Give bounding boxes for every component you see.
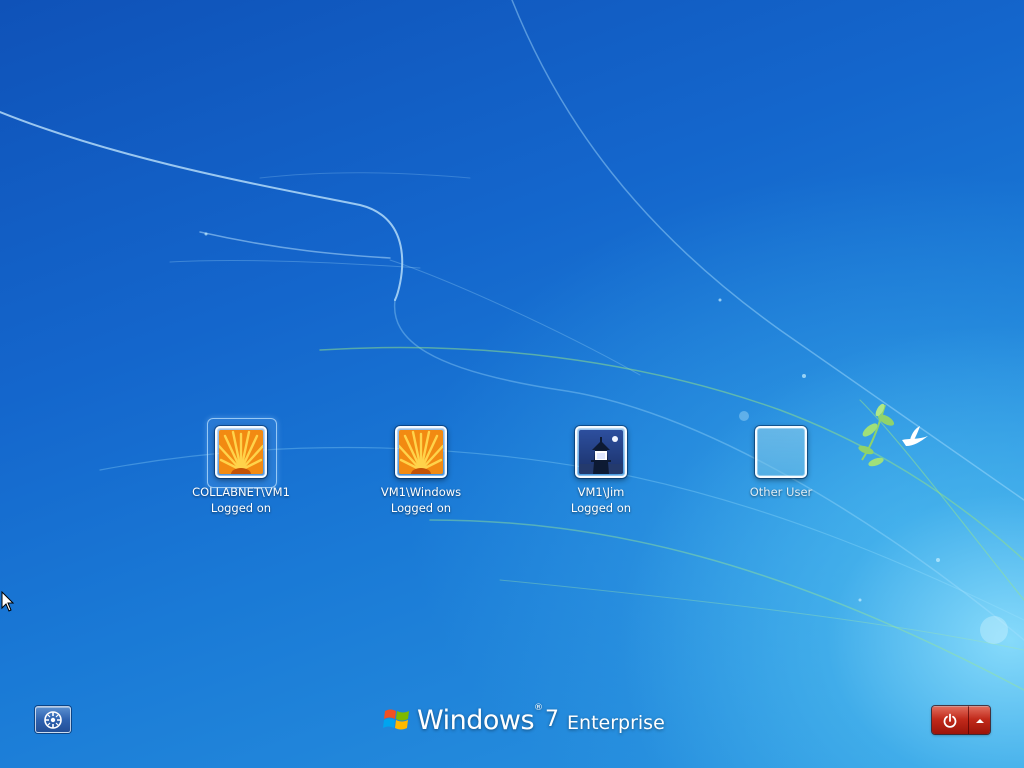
shutdown-button[interactable] xyxy=(932,706,969,734)
bird-icon xyxy=(902,426,928,446)
user-tile-other-user[interactable]: Other User xyxy=(711,426,851,500)
orange-flower-picture-icon xyxy=(399,430,443,474)
user-status: Logged on xyxy=(210,501,272,515)
wallpaper-swooshes xyxy=(0,0,1024,691)
registered-mark: ® xyxy=(534,703,544,713)
orange-flower-picture-icon xyxy=(219,430,263,474)
user-status: Logged on xyxy=(570,501,632,515)
ease-of-access-icon xyxy=(44,710,62,729)
product-name: Windows xyxy=(417,704,535,736)
windows-logo-icon xyxy=(383,709,409,730)
shutdown-options-button[interactable] xyxy=(969,706,990,734)
leaves-icon xyxy=(858,403,895,467)
logon-screen: COLLABNET\VM1 Logged on VM1\Windows Logg… xyxy=(0,0,1024,768)
user-name: VM1\Windows xyxy=(380,485,462,499)
user-picture-frame xyxy=(575,426,627,478)
lighthouse-picture-icon xyxy=(579,430,623,474)
windows-branding: Windows ® 7 Enterprise xyxy=(383,700,665,740)
user-picture-frame xyxy=(755,426,807,478)
user-name: VM1\Jim xyxy=(577,485,625,499)
ease-of-access-button[interactable] xyxy=(35,706,71,733)
user-tile-collabnet-vm1[interactable]: COLLABNET\VM1 Logged on xyxy=(171,418,311,516)
user-name: Other User xyxy=(749,485,813,499)
product-edition: Enterprise xyxy=(567,712,665,734)
user-tile-vm1-jim[interactable]: VM1\Jim Logged on xyxy=(531,426,671,516)
user-status: Logged on xyxy=(390,501,452,515)
user-picture-frame xyxy=(395,426,447,478)
mouse-cursor-icon xyxy=(1,591,15,612)
chevron-up-icon xyxy=(975,718,984,723)
product-version: 7 xyxy=(545,706,560,732)
user-picture-frame xyxy=(215,426,267,478)
user-tile-vm1-windows[interactable]: VM1\Windows Logged on xyxy=(351,426,491,516)
power-icon xyxy=(943,713,957,728)
shutdown-button-group xyxy=(932,706,990,734)
